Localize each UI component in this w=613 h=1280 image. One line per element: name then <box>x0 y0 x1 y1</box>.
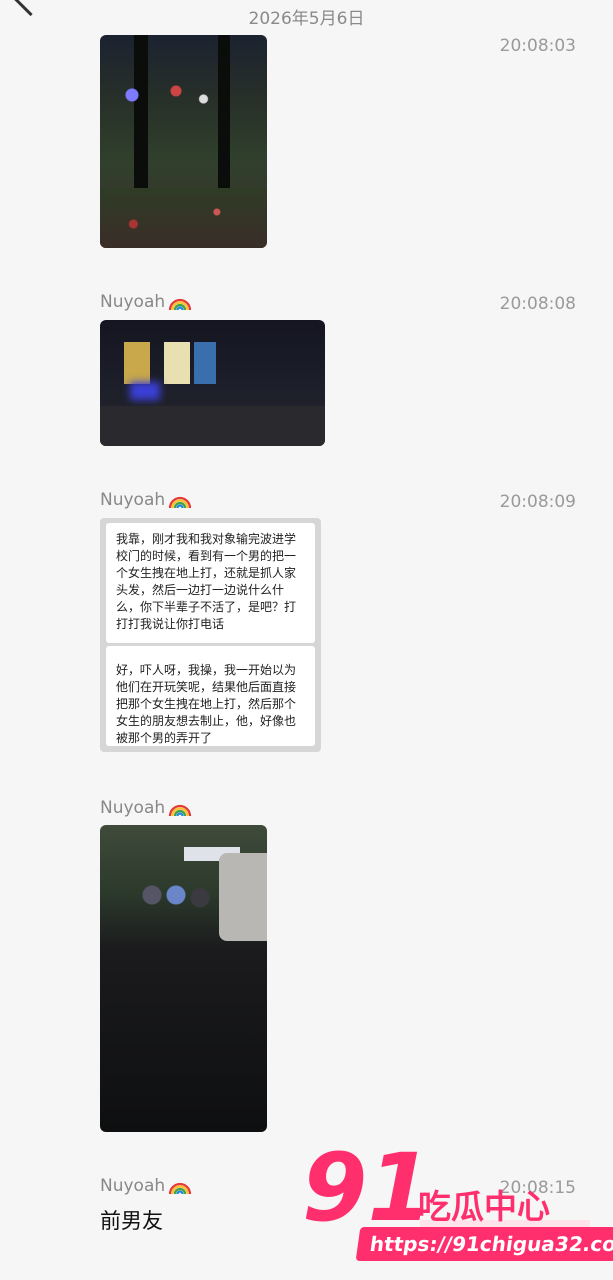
message-time: 20:08:09 <box>499 492 576 512</box>
watermark-url: https://91chigua32.com <box>355 1227 613 1261</box>
message-time: 20:08:03 <box>499 36 576 56</box>
sender-name: Nuyoah <box>100 490 192 510</box>
watermark-name: 吃瓜中心 <box>418 1187 550 1226</box>
chat-text-screenshot[interactable]: 我靠，刚才我和我对象输完波进学校门的时候，看到有一个男的把一个女生拽在地上打，还… <box>100 518 321 752</box>
sender-name: Nuyoah <box>100 1176 192 1196</box>
rainbow-icon <box>169 298 192 311</box>
rainbow-icon <box>169 804 192 817</box>
quoted-message-1: 我靠，刚才我和我对象输完波进学校门的时候，看到有一个男的把一个女生拽在地上打，还… <box>106 523 315 643</box>
chat-photo-parking-night[interactable] <box>100 825 267 1132</box>
date-header: 2026年5月6日 <box>248 9 365 29</box>
message-time: 20:08:08 <box>499 294 576 314</box>
rainbow-icon <box>169 1182 192 1195</box>
quoted-message-2: 好，吓人呀，我操，我一开始以为他们在开玩笑呢，结果他后面直接把那个女生拽在地上打… <box>106 646 315 746</box>
watermark-logo: 91 <box>302 1134 433 1243</box>
sender-name: Nuyoah <box>100 798 192 818</box>
chat-photo-street-night[interactable] <box>100 320 325 446</box>
rainbow-icon <box>169 496 192 509</box>
sender-name: Nuyoah <box>100 292 192 312</box>
chat-photo-garden-night[interactable] <box>100 35 267 248</box>
chat-text-message[interactable]: 前男友 <box>100 1205 163 1235</box>
